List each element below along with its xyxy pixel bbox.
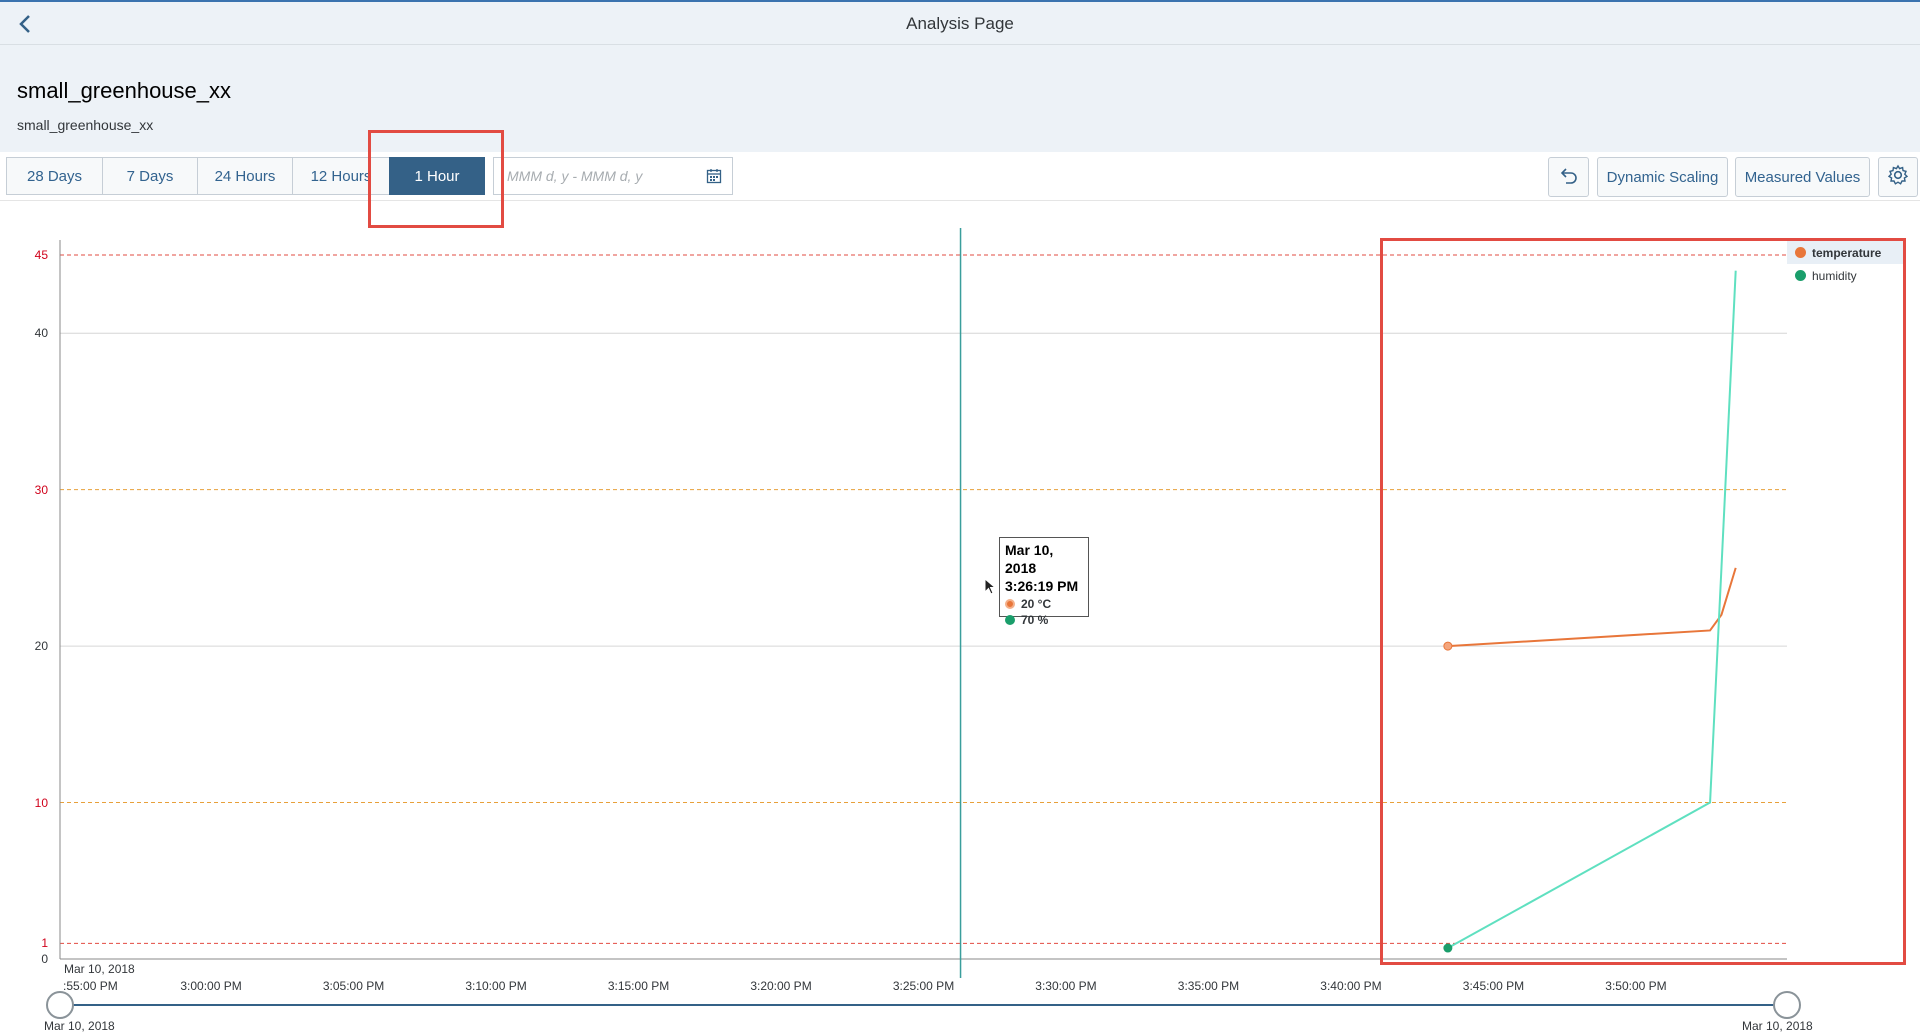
- undo-icon: [1558, 164, 1580, 190]
- x-tick-label: :55:00 PM: [63, 979, 118, 993]
- dynamic-scaling-button[interactable]: Dynamic Scaling: [1597, 157, 1728, 197]
- legend-label: humidity: [1812, 268, 1857, 283]
- x-axis-start-date: Mar 10, 2018: [64, 962, 135, 976]
- tooltip-time: 3:26:19 PM: [1005, 578, 1079, 594]
- tooltip-temperature-row: 20 °C: [1005, 597, 1083, 611]
- page-title: small_greenhouse_xx: [17, 78, 232, 103]
- temperature-dot-icon: [1005, 599, 1015, 609]
- chart-tooltip: Mar 10, 2018 3:26:19 PM 20 °C 70 %: [999, 537, 1089, 627]
- y-tick-label: 0: [41, 952, 48, 966]
- range-1-hour-button[interactable]: 1 Hour: [389, 157, 485, 195]
- top-bar: Analysis Page: [0, 0, 1920, 45]
- y-tick-label: 10: [34, 795, 48, 810]
- legend-item-temperature[interactable]: temperature: [1787, 241, 1903, 264]
- settings-button[interactable]: [1878, 157, 1918, 197]
- x-tick-label: 3:00:00 PM: [180, 979, 242, 993]
- x-tick-label: 3:35:00 PM: [1177, 979, 1240, 993]
- range-12-hours-button[interactable]: 12 Hours: [292, 157, 390, 195]
- x-tick-label: 3:15:00 PM: [607, 979, 670, 993]
- humidity-dot-icon: [1795, 270, 1806, 281]
- range-end-handle[interactable]: [1773, 991, 1801, 1019]
- x-tick-label: 3:30:00 PM: [1035, 979, 1097, 993]
- mouse-pointer-icon: [984, 578, 997, 595]
- gear-icon: [1887, 164, 1909, 190]
- tooltip-humidity-value: 70 %: [1021, 613, 1049, 627]
- legend-label: temperature: [1812, 245, 1882, 260]
- undo-zoom-button[interactable]: [1548, 157, 1589, 197]
- date-range-placeholder: MMM d, y - MMM d, y: [507, 168, 643, 184]
- tooltip-temperature-value: 20 °C: [1021, 597, 1052, 611]
- x-tick-label: 3:40:00 PM: [1320, 979, 1382, 993]
- chart-legend: temperature humidity: [1787, 241, 1903, 287]
- x-tick-label: 3:25:00 PM: [892, 979, 955, 993]
- measured-values-button[interactable]: Measured Values: [1735, 157, 1870, 197]
- x-tick-label: 3:20:00 PM: [750, 979, 812, 993]
- highlight-box-chart-area: [1380, 238, 1906, 965]
- y-tick-label: 40: [34, 326, 48, 341]
- y-tick-label: 30: [34, 482, 48, 497]
- app-title: Analysis Page: [906, 14, 1014, 33]
- y-axis-label: °C: [0, 588, 2, 605]
- tooltip-humidity-row: 70 %: [1005, 613, 1083, 627]
- object-header: small_greenhouse_xx small_greenhouse_xx: [0, 45, 1920, 152]
- time-range-slider-track[interactable]: [60, 1004, 1787, 1006]
- y-tick-label: 20: [34, 639, 48, 654]
- calendar-icon[interactable]: [706, 168, 722, 184]
- range-28-days-button[interactable]: 28 Days: [6, 157, 103, 195]
- tooltip-date: Mar 10, 2018: [1005, 542, 1054, 576]
- x-tick-label: 3:05:00 PM: [322, 979, 385, 993]
- range-24-hours-button[interactable]: 24 Hours: [197, 157, 293, 195]
- series-line-temperature: [1447, 567, 1737, 648]
- y-tick-label: 45: [34, 248, 48, 262]
- date-range-input[interactable]: MMM d, y - MMM d, y: [493, 157, 733, 195]
- temperature-dot-icon: [1795, 247, 1806, 258]
- range-7-days-button[interactable]: 7 Days: [102, 157, 198, 195]
- x-tick-label: 3:45:00 PM: [1462, 979, 1525, 993]
- x-tick-label: 3:50:00 PM: [1605, 979, 1667, 993]
- range-end-date: Mar 10, 2018: [1742, 1019, 1813, 1033]
- series-line-humidity: [1447, 270, 1737, 949]
- humidity-dot-icon: [1005, 615, 1015, 625]
- chart-toolbar: 28 Days 7 Days 24 Hours 12 Hours 1 Hour …: [0, 152, 1920, 201]
- series-point-humidity: [1443, 943, 1453, 953]
- range-start-handle[interactable]: [46, 991, 74, 1019]
- series-point-temperature: [1443, 641, 1453, 651]
- y-tick-label: 1: [41, 936, 48, 951]
- page-subtitle: small_greenhouse_xx: [17, 117, 154, 133]
- x-tick-label: 3:10:00 PM: [465, 979, 527, 993]
- legend-item-humidity[interactable]: humidity: [1787, 264, 1903, 287]
- range-start-date: Mar 10, 2018: [44, 1019, 115, 1033]
